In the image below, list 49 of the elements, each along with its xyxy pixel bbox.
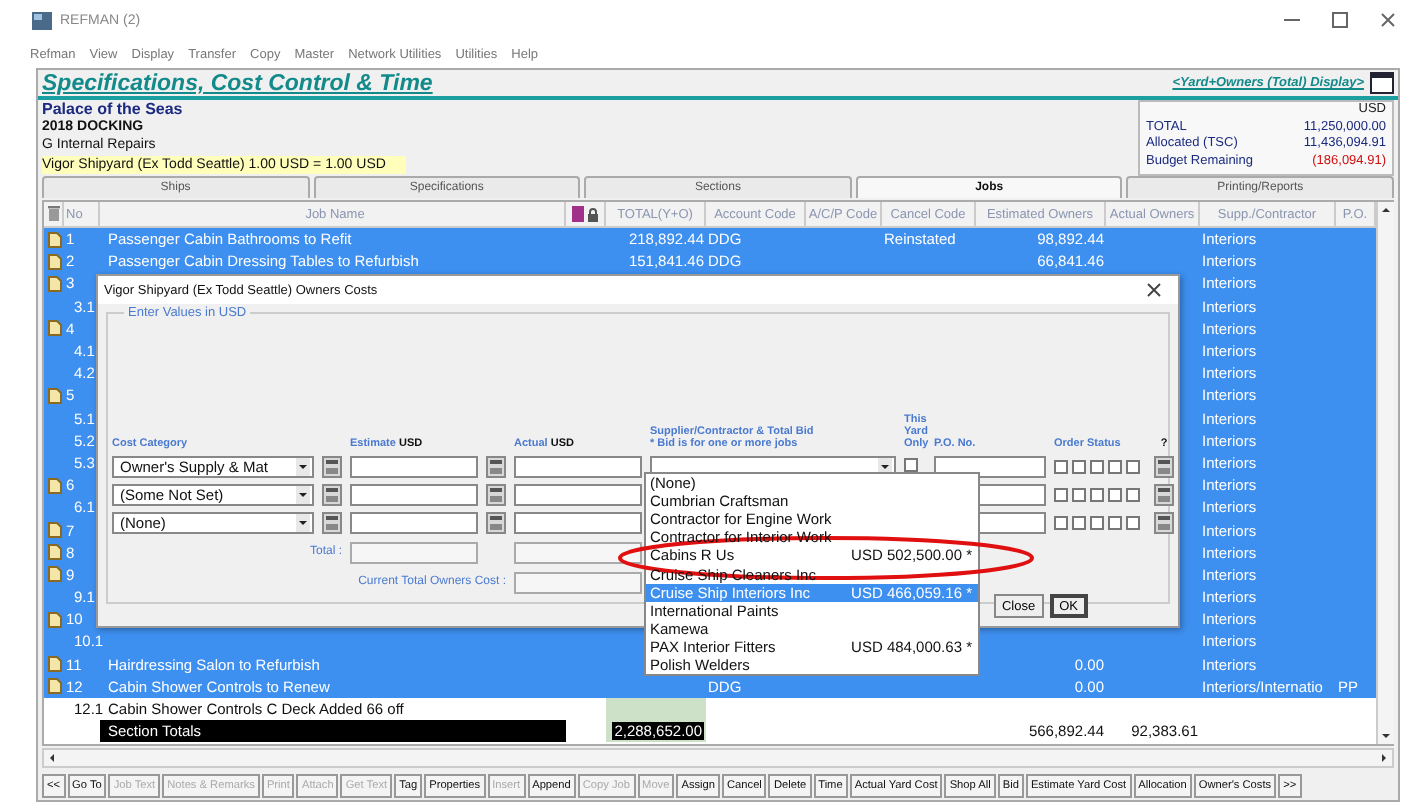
calculator-icon[interactable] bbox=[486, 455, 506, 477]
close-icon[interactable] bbox=[1146, 282, 1162, 298]
yard-only-checkbox[interactable] bbox=[904, 457, 918, 471]
scroll-right-icon[interactable] bbox=[1376, 750, 1392, 766]
caret-icon bbox=[296, 486, 310, 504]
estimate-field[interactable] bbox=[350, 511, 478, 533]
estimate-field[interactable] bbox=[350, 455, 478, 477]
page-title: Specifications, Cost Control & Time bbox=[42, 71, 433, 95]
actual-field[interactable] bbox=[514, 511, 642, 533]
caret-icon bbox=[296, 458, 310, 476]
status-checkbox[interactable] bbox=[1072, 487, 1086, 501]
po-field[interactable] bbox=[934, 455, 1046, 477]
calculator-icon[interactable] bbox=[1154, 483, 1174, 505]
status-checkbox[interactable] bbox=[1072, 459, 1086, 473]
status-checkbox[interactable] bbox=[1090, 487, 1104, 501]
status-checkbox[interactable] bbox=[1054, 515, 1068, 529]
app-icon bbox=[32, 11, 52, 29]
estimate-field[interactable] bbox=[350, 483, 478, 505]
window-icon[interactable] bbox=[1370, 72, 1394, 94]
calculator-icon[interactable] bbox=[486, 511, 506, 533]
bin-icon bbox=[47, 206, 59, 222]
ship-name: Palace of the Seas bbox=[42, 100, 183, 119]
book-icon bbox=[572, 206, 584, 222]
status-checkbox[interactable] bbox=[1126, 487, 1140, 501]
calculator-icon[interactable] bbox=[322, 511, 342, 533]
caret-icon bbox=[296, 514, 310, 532]
lock-icon bbox=[588, 207, 598, 221]
calculator-icon[interactable] bbox=[322, 483, 342, 505]
status-checkbox[interactable] bbox=[1126, 515, 1140, 529]
calculator-icon[interactable] bbox=[322, 455, 342, 477]
scroll-down-icon[interactable] bbox=[1378, 728, 1394, 744]
calculator-icon[interactable] bbox=[1154, 511, 1174, 533]
scroll-up-icon[interactable] bbox=[1378, 202, 1394, 218]
status-checkbox[interactable] bbox=[1072, 515, 1086, 529]
status-checkbox[interactable] bbox=[1108, 515, 1122, 529]
calculator-icon[interactable] bbox=[486, 483, 506, 505]
status-checkbox[interactable] bbox=[1090, 459, 1104, 473]
status-checkbox[interactable] bbox=[1108, 487, 1122, 501]
status-checkbox[interactable] bbox=[1108, 459, 1122, 473]
status-checkbox[interactable] bbox=[1126, 459, 1140, 473]
status-checkbox[interactable] bbox=[1090, 515, 1104, 529]
calculator-icon[interactable] bbox=[1154, 455, 1174, 477]
status-checkbox[interactable] bbox=[1054, 487, 1068, 501]
maximize-button[interactable] bbox=[1330, 10, 1350, 30]
actual-field[interactable] bbox=[514, 455, 642, 477]
status-checkbox[interactable] bbox=[1054, 459, 1068, 473]
close-button[interactable] bbox=[1378, 10, 1398, 30]
actual-field[interactable] bbox=[514, 483, 642, 505]
estimate-total-field bbox=[350, 541, 478, 563]
